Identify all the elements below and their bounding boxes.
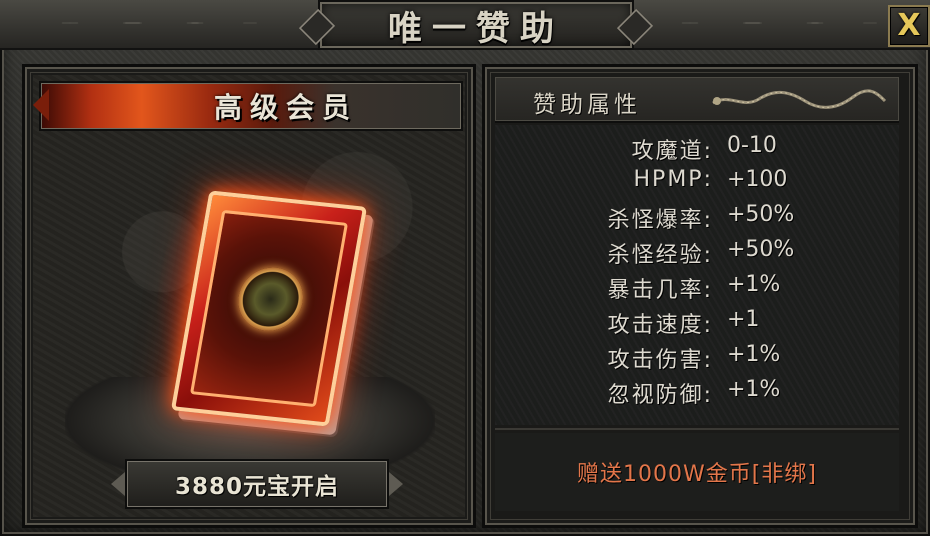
title-plate: 唯一赞助 [318, 0, 634, 50]
open-vip-button[interactable]: 3880元宝开启 [111, 459, 403, 509]
attribute-value: 0-10 [727, 133, 777, 158]
vip-banner-label: 高级会员 [213, 91, 358, 124]
attribute-row: 攻魔道: 0-10 [495, 131, 899, 165]
gift-text: 赠送1000W金币[非绑] [577, 462, 817, 487]
section-divider [495, 427, 899, 431]
window-title: 唯一赞助 [388, 8, 564, 49]
attribute-label: 忽视防御: [607, 383, 713, 408]
attribute-value: +50% [727, 237, 795, 262]
dragon-ornament-icon [712, 89, 887, 109]
right-carved-ornament [640, 6, 890, 40]
attribute-label: 攻击伤害: [607, 348, 713, 373]
book-emblem [233, 264, 309, 335]
attributes-header: 赞助属性 [495, 77, 899, 123]
attribute-row: 杀怪爆率: +50% [495, 200, 899, 234]
attribute-row: 杀怪经验: +50% [495, 235, 899, 269]
attribute-label: 杀怪爆率: [607, 208, 713, 233]
attribute-label: 杀怪经验: [607, 243, 713, 268]
attribute-label: 暴击几率: [607, 278, 713, 303]
gift-section: 赠送1000W金币[非绑] [495, 433, 899, 511]
attribute-value: +1% [727, 342, 781, 367]
attributes-list: 攻魔道: 0-10 HPMP: +100 杀怪爆率: +50% 杀怪经验: +5… [495, 125, 899, 425]
title-bar: 唯一赞助 X [0, 0, 930, 50]
attribute-value: +1% [727, 377, 781, 402]
attributes-panel: 赞助属性 攻魔道: 0-10 HPMP: +100 杀怪爆率: +50% 杀怪经… [482, 64, 918, 528]
attribute-row: HPMP: +100 [495, 165, 899, 199]
attribute-label: HPMP: [633, 167, 713, 192]
left-carved-ornament [20, 6, 270, 40]
attribute-row: 攻击速度: +1 [495, 305, 899, 339]
vip-panel: 高级会员 3880元宝开启 [22, 64, 476, 528]
attribute-row: 暴击几率: +1% [495, 270, 899, 304]
attribute-value: +1 [727, 307, 760, 332]
open-vip-button-label: 3880元宝开启 [174, 474, 339, 500]
sponsor-window: 唯一赞助 X 高级会员 3880元宝开启 赞助属性 攻魔道: 0-10 HPMP… [0, 0, 930, 536]
close-button[interactable]: X [888, 5, 930, 47]
close-icon: X [897, 8, 921, 43]
attribute-row: 忽视防御: +1% [495, 375, 899, 409]
book-cover [189, 209, 349, 408]
attribute-row: 攻击伤害: +1% [495, 340, 899, 374]
vip-banner: 高级会员 [33, 81, 463, 131]
attribute-label: 攻击速度: [607, 313, 713, 338]
attribute-value: +1% [727, 272, 781, 297]
attribute-value: +50% [727, 202, 795, 227]
attributes-title: 赞助属性 [533, 92, 641, 118]
attribute-value: +100 [727, 167, 788, 192]
attribute-label: 攻魔道: [631, 139, 713, 164]
